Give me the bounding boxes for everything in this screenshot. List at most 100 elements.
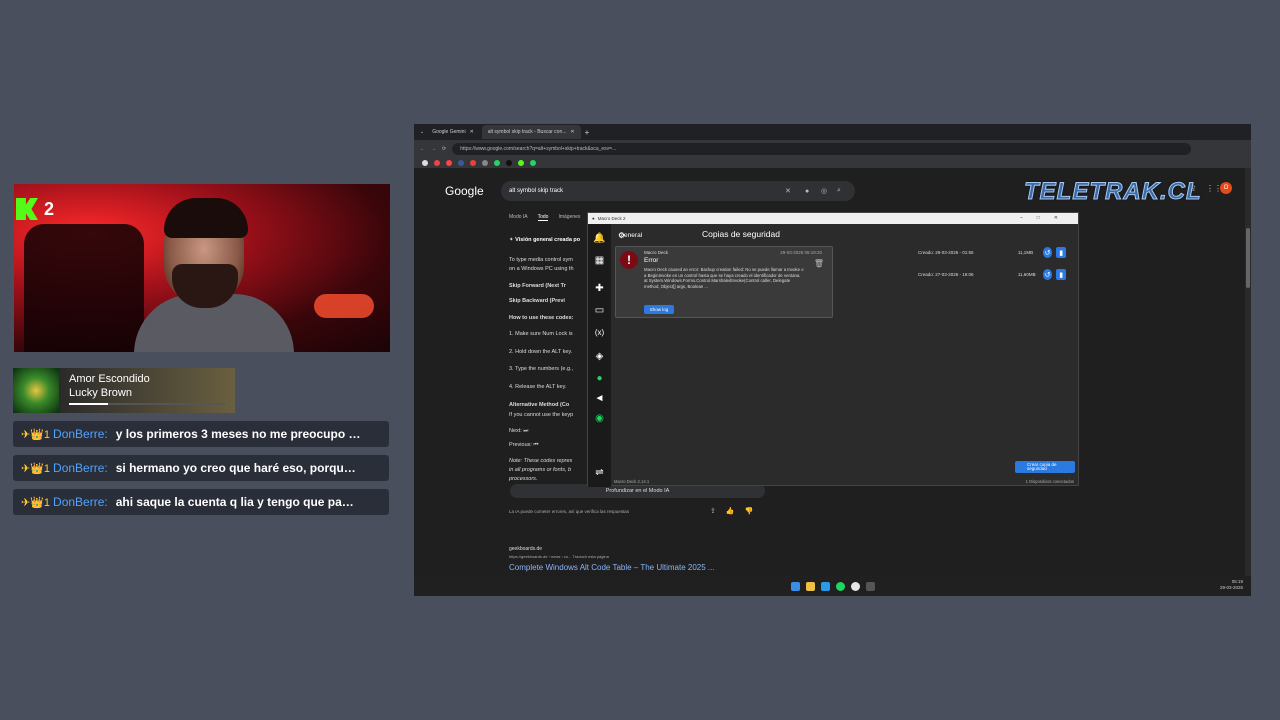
track-info: Amor Escondido Lucky Brown [59, 368, 235, 413]
search-input[interactable]: alt symbol skip track ✕ ● ◎ ⌕ [501, 181, 855, 201]
grid-icon[interactable]: ▦ [593, 254, 606, 267]
speaker-icon[interactable]: ◄ [593, 392, 606, 405]
overview-line: To type media control sym [509, 257, 573, 263]
avatar[interactable]: O [1220, 182, 1232, 194]
spotify-icon[interactable]: ● [593, 372, 606, 385]
kick-icon [16, 198, 38, 220]
new-tab-icon[interactable]: + [585, 128, 590, 137]
chat-username: DonBerre: [53, 461, 108, 475]
tab-search[interactable]: alt symbol skip track - Buscar con... ✕ [481, 125, 581, 139]
lens-icon[interactable]: ◎ [821, 187, 827, 195]
overview-title: ✦ Visión general creada po [509, 237, 581, 243]
bookmark-icon[interactable] [446, 160, 452, 166]
error-title: Error [644, 257, 659, 264]
overview-line: How to use these codes: [509, 315, 574, 321]
chat-username: DonBerre: [53, 495, 108, 509]
mic-icon[interactable]: ● [805, 188, 809, 195]
page-scrollbar[interactable] [1245, 168, 1251, 580]
bookmark-icon[interactable] [482, 160, 488, 166]
explorer-icon[interactable] [805, 581, 815, 591]
variables-icon[interactable]: (x) [593, 326, 606, 339]
chat-badges: ✈👑1 [21, 462, 51, 475]
overview-line: Skip Forward (Next Tr [509, 283, 566, 289]
chat-badges: ✈👑1 [21, 428, 51, 441]
bookmark-icon[interactable] [530, 160, 536, 166]
nav-general[interactable]: General [619, 232, 642, 239]
overview-line: in all programs or fonts, b [509, 467, 572, 473]
create-backup-button[interactable]: Crear copia de seguridad [1015, 461, 1075, 473]
red-light [314, 294, 374, 318]
ai-disclaimer: La IA puede cometer errores, así que ver… [509, 509, 630, 514]
chrome-icon[interactable] [850, 581, 860, 591]
show-log-button[interactable]: Show log [644, 305, 674, 314]
devices-icon[interactable]: ▭ [593, 304, 606, 317]
chat-text: ahi saque la cuenta q lia y tengo que pa… [115, 495, 361, 509]
google-logo[interactable]: Google [445, 184, 484, 198]
search-tabs: Modo IA Todo Imágenes [509, 214, 580, 221]
bookmark-icon[interactable] [506, 160, 512, 166]
search-icon[interactable]: ⌕ [837, 187, 841, 195]
system-clock[interactable]: 05:19 29-03-2026 [1220, 579, 1243, 591]
settings-plugin-icon[interactable]: ◉ [593, 412, 606, 425]
spotify-icon[interactable] [835, 581, 845, 591]
sync-icon[interactable]: ◈ [593, 350, 606, 363]
start-icon[interactable] [790, 581, 800, 591]
bookmark-icon[interactable] [434, 160, 440, 166]
kick-badge: 2 [16, 198, 54, 220]
streamer-hair [164, 198, 248, 238]
bookmarks-bar [414, 158, 1251, 168]
trash-icon[interactable]: 🗑 [814, 259, 824, 268]
tab-ai-mode[interactable]: Modo IA [509, 214, 528, 221]
bookmark-icon[interactable] [494, 160, 500, 166]
error-source: Macro Deck [644, 250, 669, 255]
error-icon: ! [620, 251, 638, 269]
url-input[interactable]: https://www.google.com/search?q=alt+symb… [452, 143, 1191, 155]
ai-mode-button[interactable]: Profundizar en el Modo IA [510, 484, 765, 498]
window-title: Macro Deck 2 [597, 216, 626, 221]
error-notification: ! Macro Deck 29-03-2026 05:19:20 Error 🗑… [615, 246, 833, 318]
notification-icon[interactable]: 🔔 [593, 232, 606, 245]
tab-gemini[interactable]: Google Gemini ✕ [426, 125, 480, 139]
bookmark-icon[interactable] [422, 160, 428, 166]
close-icon[interactable]: ✕ [470, 129, 474, 135]
search-query: alt symbol skip track [509, 188, 564, 194]
result-title-link[interactable]: Complete Windows Alt Code Table – The Ul… [509, 563, 715, 572]
restore-icon[interactable]: ↺ [1042, 269, 1053, 280]
bookmark-icon[interactable] [458, 160, 464, 166]
macro-deck-window: ● Macro Deck 2 –□✕ 🔔 ▦ ✚ ▭ (x) ◈ ● ◄ ◉ ⇌… [587, 212, 1079, 487]
backup-row: Creado: 27-03-2026 - 16:06 11,60MB ↺ ▮ [818, 269, 1066, 280]
delete-icon[interactable]: ▮ [1056, 247, 1066, 258]
back-icon[interactable]: ← [420, 146, 425, 152]
backup-size: 11,1MB [1017, 250, 1034, 255]
overview-line: processors. [509, 476, 538, 482]
reload-icon[interactable]: ⟳ [442, 146, 446, 152]
window-titlebar: ● Macro Deck 2 –□✕ [588, 213, 1078, 224]
macro-deck-task-icon[interactable] [865, 581, 875, 591]
overview-line: If you cannot use the keyp [509, 412, 574, 418]
album-art [13, 368, 59, 413]
webcam-feed [14, 184, 390, 352]
feedback-icons[interactable]: ⇪👍👎 [710, 507, 763, 515]
window-controls[interactable]: –□✕ [1020, 215, 1072, 221]
app-version: Macro Deck 2.14.1 [614, 479, 650, 484]
clear-icon[interactable]: ✕ [785, 187, 791, 195]
track-progress [69, 403, 225, 405]
close-icon[interactable]: ✕ [570, 129, 574, 135]
kick-count: 2 [44, 198, 55, 219]
overview-line: Previous: ⏮ [509, 442, 539, 448]
overview-line: Alternative Method (Co [509, 402, 570, 408]
plugin-icon[interactable]: ✚ [593, 282, 606, 295]
bookmark-icon[interactable] [518, 160, 524, 166]
result-url[interactable]: https://geekboards.de › news › co... Tra… [509, 554, 609, 559]
tab-all[interactable]: Todo [537, 214, 549, 221]
overview-line: 1. Make sure Num Lock is [509, 331, 573, 337]
restore-icon[interactable]: ↺ [1042, 247, 1053, 258]
bookmark-icon[interactable] [470, 160, 476, 166]
forward-icon[interactable]: → [431, 146, 436, 152]
tab-menu-icon[interactable]: ⌄ [420, 129, 424, 135]
result-site[interactable]: geekboards.de [509, 546, 542, 552]
edge-icon[interactable] [820, 581, 830, 591]
delete-icon[interactable]: ▮ [1056, 269, 1066, 280]
tab-images[interactable]: Imágenes [558, 214, 580, 221]
sliders-icon[interactable]: ⇌ [593, 466, 606, 479]
